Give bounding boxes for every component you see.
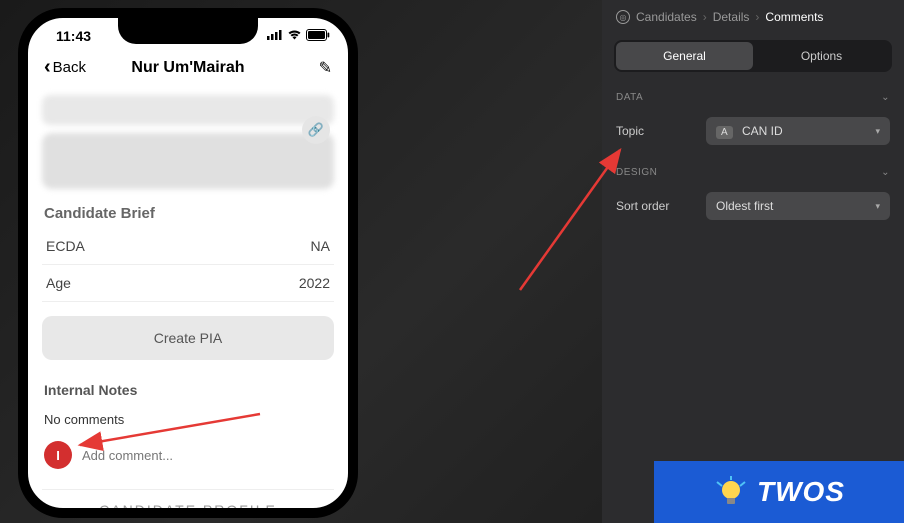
breadcrumb-mid[interactable]: Details (713, 10, 750, 24)
chevron-down-icon: ⌄ (881, 167, 890, 178)
lightbulb-icon (713, 474, 749, 510)
watermark-text: TWOS (757, 476, 845, 508)
breadcrumb-root[interactable]: Candidates (636, 10, 697, 24)
dropdown-topic[interactable]: A CAN ID ▾ (706, 117, 890, 145)
tab-general[interactable]: General (616, 42, 753, 70)
notch (118, 16, 258, 44)
candidate-profile-button[interactable]: CANDIDATE PROFILE (42, 489, 334, 518)
avatar: I (44, 441, 72, 469)
no-comments-text: No comments (42, 404, 334, 439)
breadcrumb: ◎ Candidates › Details › Comments (602, 0, 904, 34)
field-label-topic: Topic (616, 124, 694, 138)
chevron-right-icon: › (755, 10, 759, 24)
phone-mockup: 11:43 ‹ Back Nur Um'Mairah ✎ 🔗 Candidate… (18, 8, 358, 518)
section-brief-title: Candidate Brief (42, 197, 334, 228)
battery-icon (306, 29, 330, 44)
config-panel: ◎ Candidates › Details › Comments Genera… (602, 0, 904, 523)
chevron-down-icon: ▾ (875, 126, 880, 137)
back-label: Back (53, 59, 86, 76)
status-icons (267, 29, 330, 44)
segmented-control: General Options (614, 40, 892, 72)
dropdown-value: Oldest first (716, 199, 773, 213)
crop-mark (18, 92, 28, 104)
chevron-left-icon: ‹ (44, 56, 51, 79)
brief-row: ECDA NA (42, 228, 334, 265)
dropdown-sort-order[interactable]: Oldest first ▾ (706, 192, 890, 220)
status-time: 11:43 (56, 28, 91, 44)
redacted-card (42, 133, 334, 189)
watermark: TWOS (654, 461, 904, 523)
breadcrumb-leaf[interactable]: Comments (765, 10, 823, 24)
section-label: DATA (616, 92, 643, 103)
type-badge: A (716, 126, 733, 139)
field-topic: Topic A CAN ID ▾ (602, 111, 904, 159)
brief-label: Age (46, 275, 71, 291)
crop-mark (18, 183, 28, 195)
edit-icon[interactable]: ✎ (319, 58, 332, 78)
field-sort-order: Sort order Oldest first ▾ (602, 186, 904, 234)
brief-value: 2022 (299, 275, 330, 291)
brief-label: ECDA (46, 238, 85, 254)
chevron-right-icon: › (703, 10, 707, 24)
dropdown-value: CAN ID (742, 124, 783, 138)
candidates-icon: ◎ (616, 10, 630, 24)
field-label-sort: Sort order (616, 199, 694, 213)
page-title: Nur Um'Mairah (131, 59, 244, 77)
section-header-design[interactable]: DESIGN ⌄ (602, 159, 904, 186)
internal-notes-title: Internal Notes (42, 374, 334, 404)
tab-options[interactable]: Options (753, 42, 890, 70)
brief-row: Age 2022 (42, 265, 334, 302)
add-comment-row[interactable]: I Add comment... (42, 439, 334, 483)
create-pia-button[interactable]: Create PIA (42, 316, 334, 360)
section-label: DESIGN (616, 167, 657, 178)
chevron-down-icon: ⌄ (881, 92, 890, 103)
crop-mark (348, 92, 358, 104)
content-area: 🔗 Candidate Brief ECDA NA Age 2022 Creat… (28, 95, 348, 518)
link-icon[interactable]: 🔗 (302, 116, 330, 144)
crop-mark (348, 183, 358, 195)
chevron-down-icon: ▾ (875, 201, 880, 212)
add-comment-placeholder: Add comment... (82, 448, 173, 463)
section-header-data[interactable]: DATA ⌄ (602, 84, 904, 111)
brief-value: NA (311, 238, 330, 254)
wifi-icon (287, 29, 302, 43)
back-button[interactable]: ‹ Back (44, 56, 86, 79)
redacted-row (42, 95, 334, 125)
nav-bar: ‹ Back Nur Um'Mairah ✎ (28, 44, 348, 87)
cellular-icon (267, 29, 283, 43)
